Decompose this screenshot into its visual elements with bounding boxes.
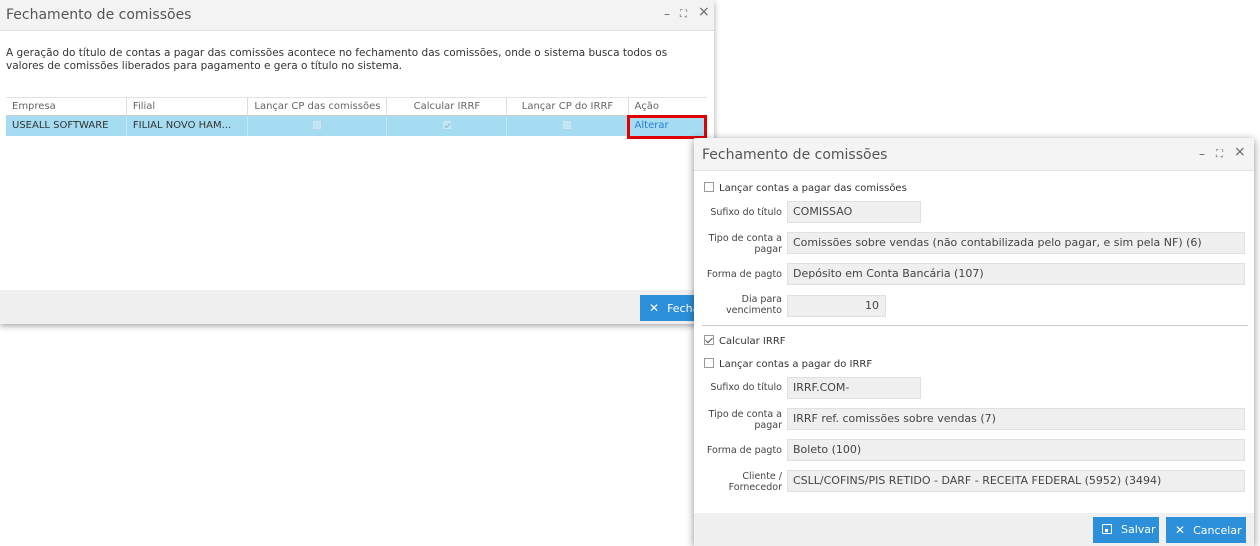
forma-pagto-label: Forma de pagto — [706, 269, 782, 280]
dia-vencimento-label: Dia para vencimento — [725, 294, 782, 316]
cliente-fornecedor-field[interactable]: CSLL/COFINS/PIS RETIDO - DARF - RECEITA … — [787, 470, 1245, 492]
highlight-box — [627, 115, 707, 139]
checkbox-lancar-cp-irrf — [563, 121, 572, 130]
checkbox-box[interactable] — [704, 182, 714, 192]
maximize-icon[interactable]: ⛶ — [680, 7, 687, 23]
save-icon — [1102, 524, 1112, 534]
forma-pagto-field[interactable]: Depósito em Conta Bancária (107) — [787, 263, 1245, 285]
sufixo-titulo-label: Sufixo do título — [710, 207, 782, 218]
irrf-tipo-conta-pagar-label: Tipo de conta a pagar — [708, 409, 782, 431]
cliente-fornecedor-label: Cliente / Fornecedor — [728, 471, 782, 493]
tipo-conta-pagar-label: Tipo de conta a pagar — [708, 233, 782, 255]
save-button[interactable]: Salvar — [1093, 517, 1159, 543]
tipo-conta-pagar-field[interactable]: Comissões sobre vendas (não contabilizad… — [787, 232, 1245, 254]
cell-lancar-cp-comissoes — [247, 115, 388, 136]
table-header-row: Empresa Filial Lançar CP das comissões C… — [6, 97, 707, 116]
section-divider — [702, 325, 1248, 326]
close-icon[interactable]: × — [698, 4, 710, 20]
column-header-calcular-irrf[interactable]: Calcular IRRF — [386, 97, 508, 116]
irrf-forma-pagto-field[interactable]: Boleto (100) — [787, 439, 1245, 461]
irrf-tipo-conta-pagar-field[interactable]: IRRF ref. comissões sobre vendas (7) — [787, 408, 1245, 430]
irrf-sufixo-titulo-label: Sufixo do título — [710, 382, 782, 393]
lancar-cp-comissoes-label: Lançar contas a pagar das comissões — [719, 183, 907, 194]
lancar-cp-comissoes-checkbox[interactable]: Lançar contas a pagar das comissões — [704, 182, 907, 195]
close-icon[interactable]: × — [1234, 144, 1246, 160]
column-header-filial[interactable]: Filial — [126, 97, 249, 116]
minimize-icon[interactable]: – — [664, 6, 670, 22]
calcular-irrf-label: Calcular IRRF — [719, 336, 786, 347]
cancel-x-icon: ✕ — [1175, 523, 1186, 537]
irrf-forma-pagto-label: Forma de pagto — [706, 445, 782, 456]
dialog-title: Fechamento de comissões — [702, 147, 888, 163]
column-header-acao[interactable]: Ação — [628, 97, 707, 116]
checkbox-calcular-irrf — [442, 121, 451, 130]
checkbox-box[interactable] — [704, 335, 714, 345]
calcular-irrf-checkbox[interactable]: Calcular IRRF — [704, 335, 786, 348]
commission-edit-dialog: Fechamento de comissões – ⛶ × Lançar con… — [694, 138, 1254, 546]
column-header-lancar-cp-comissoes[interactable]: Lançar CP das comissões — [247, 97, 388, 116]
window-footer — [0, 290, 714, 324]
description-text: A geração do título de contas a pagar da… — [6, 47, 668, 72]
checkbox-box[interactable] — [704, 358, 714, 368]
cell-calcular-irrf — [386, 115, 508, 136]
checkbox-lancar-cp-comissoes — [313, 121, 322, 130]
dialog-titlebar[interactable]: Fechamento de comissões – ⛶ × — [694, 138, 1254, 171]
cancel-button-label: Cancelar — [1193, 524, 1242, 537]
commission-table: Empresa Filial Lançar CP das comissões C… — [6, 97, 708, 136]
maximize-icon[interactable]: ⛶ — [1216, 147, 1223, 163]
close-x-icon: ✕ — [649, 301, 660, 315]
irrf-sufixo-titulo-field[interactable]: IRRF.COM- — [787, 377, 921, 399]
cell-filial: FILIAL NOVO HAM... — [126, 115, 249, 136]
window-title: Fechamento de comissões — [6, 7, 192, 23]
save-button-label: Salvar — [1121, 523, 1156, 536]
commission-closing-window: Fechamento de comissões – ⛶ × A geração … — [0, 0, 714, 324]
lancar-cp-irrf-checkbox[interactable]: Lançar contas a pagar do IRRF — [704, 358, 872, 371]
window-titlebar[interactable]: Fechamento de comissões – ⛶ × — [0, 0, 714, 31]
minimize-icon[interactable]: – — [1199, 146, 1205, 162]
cell-lancar-cp-irrf — [506, 115, 629, 136]
cancel-button[interactable]: ✕ Cancelar — [1166, 517, 1246, 543]
column-header-lancar-cp-irrf[interactable]: Lançar CP do IRRF — [506, 97, 629, 116]
dia-vencimento-field[interactable]: 10 — [787, 295, 886, 317]
cell-empresa: USEALL SOFTWARE — [6, 115, 127, 136]
column-header-empresa[interactable]: Empresa — [6, 97, 127, 116]
table-row[interactable]: USEALL SOFTWARE FILIAL NOVO HAM... Alter… — [6, 115, 708, 136]
lancar-cp-irrf-label: Lançar contas a pagar do IRRF — [719, 359, 873, 370]
sufixo-titulo-field[interactable]: COMISSAO — [787, 201, 921, 223]
